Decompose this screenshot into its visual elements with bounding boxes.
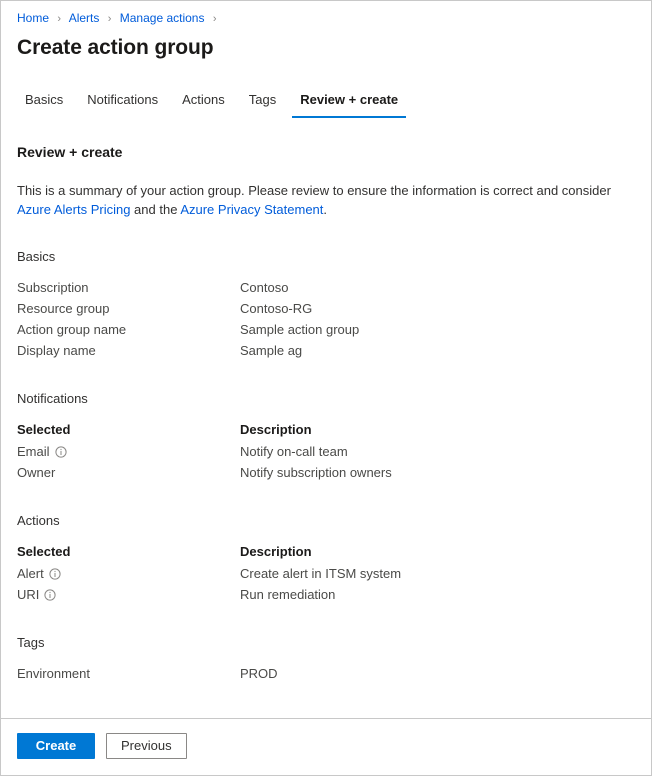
review-group: ActionsSelectedDescriptionAlertCreate al…: [17, 512, 635, 605]
row-value: Sample action group: [240, 319, 635, 340]
breadcrumb-item-manage-actions[interactable]: Manage actions: [120, 11, 205, 25]
info-icon[interactable]: [49, 568, 61, 580]
row-label: Environment: [17, 663, 240, 684]
table-row: Action group name Sample action group: [17, 319, 635, 340]
tab-basics[interactable]: Basics: [17, 91, 75, 118]
row-value: Contoso: [240, 277, 635, 298]
row-label-text: Display name: [17, 340, 96, 361]
section-heading-review-create: Review + create: [17, 142, 635, 162]
tab-review-create[interactable]: Review + create: [288, 91, 410, 118]
blade-body: Home › Alerts › Manage actions › Create …: [1, 1, 651, 718]
row-label: Action group name: [17, 319, 240, 340]
table-header-row: SelectedDescription: [17, 541, 635, 562]
table-row: URI Run remediation: [17, 584, 635, 605]
row-label-text: Email: [17, 441, 50, 462]
row-value: Notify on-call team: [240, 441, 635, 462]
table-row: Alert Create alert in ITSM system: [17, 563, 635, 584]
azure-alerts-pricing-link[interactable]: Azure Alerts Pricing: [17, 202, 130, 217]
column-header-selected: Selected: [17, 419, 240, 440]
row-value: Sample ag: [240, 340, 635, 361]
page-title: Create action group: [1, 27, 651, 62]
info-icon[interactable]: [44, 589, 56, 601]
review-content: Review + create This is a summary of you…: [1, 118, 651, 684]
summary-text-part2: and the: [130, 202, 180, 217]
column-header-selected: Selected: [17, 541, 240, 562]
row-label: Resource group: [17, 298, 240, 319]
breadcrumb: Home › Alerts › Manage actions ›: [1, 1, 651, 27]
table-row: Environment PROD: [17, 663, 635, 684]
row-label: Owner: [17, 462, 240, 483]
row-value: Contoso-RG: [240, 298, 635, 319]
wizard-tabs: Basics Notifications Actions Tags Review…: [1, 62, 651, 118]
summary-description: This is a summary of your action group. …: [17, 181, 617, 219]
create-action-group-blade: Home › Alerts › Manage actions › Create …: [0, 0, 652, 776]
row-label: Alert: [17, 563, 240, 584]
row-label-text: Alert: [17, 563, 44, 584]
breadcrumb-item-home[interactable]: Home: [17, 11, 49, 25]
breadcrumb-separator-icon: ›: [213, 13, 217, 25]
summary-text-part1: This is a summary of your action group. …: [17, 183, 611, 198]
row-value: PROD: [240, 663, 635, 684]
row-value: Notify subscription owners: [240, 462, 635, 483]
table-header-row: SelectedDescription: [17, 419, 635, 440]
create-button[interactable]: Create: [17, 733, 95, 759]
group-heading: Tags: [17, 634, 635, 652]
row-label-text: Action group name: [17, 319, 126, 340]
review-groups: Basics Subscription Contoso Resource group C…: [17, 248, 635, 684]
table-row: Email Notify on-call team: [17, 441, 635, 462]
breadcrumb-item-alerts[interactable]: Alerts: [69, 11, 100, 25]
group-heading: Notifications: [17, 390, 635, 408]
row-label-text: Owner: [17, 462, 55, 483]
row-label-text: Environment: [17, 663, 90, 684]
table-row: Resource group Contoso-RG: [17, 298, 635, 319]
review-group: Tags Environment PROD: [17, 634, 635, 684]
tab-actions[interactable]: Actions: [170, 91, 237, 118]
breadcrumb-separator-icon: ›: [108, 13, 112, 25]
table-row: Display name Sample ag: [17, 340, 635, 361]
row-label: Email: [17, 441, 240, 462]
review-group: Basics Subscription Contoso Resource group C…: [17, 248, 635, 361]
column-header-description: Description: [240, 541, 635, 562]
group-heading: Basics: [17, 248, 635, 266]
azure-privacy-statement-link[interactable]: Azure Privacy Statement: [180, 202, 323, 217]
tab-notifications[interactable]: Notifications: [75, 91, 170, 118]
row-label: Subscription: [17, 277, 240, 298]
row-value: Run remediation: [240, 584, 635, 605]
blade-footer: Create Previous: [1, 718, 651, 775]
group-heading: Actions: [17, 512, 635, 530]
row-value: Create alert in ITSM system: [240, 563, 635, 584]
row-label: URI: [17, 584, 240, 605]
row-label-text: Subscription: [17, 277, 89, 298]
tab-tags[interactable]: Tags: [237, 91, 288, 118]
previous-button[interactable]: Previous: [106, 733, 187, 759]
review-group: NotificationsSelectedDescriptionEmailNot…: [17, 390, 635, 483]
row-label-text: URI: [17, 584, 39, 605]
table-row: Owner Notify subscription owners: [17, 462, 635, 483]
summary-text-part3: .: [323, 202, 327, 217]
row-label: Display name: [17, 340, 240, 361]
row-label-text: Resource group: [17, 298, 110, 319]
table-row: Subscription Contoso: [17, 277, 635, 298]
column-header-description: Description: [240, 419, 635, 440]
breadcrumb-separator-icon: ›: [57, 13, 61, 25]
info-icon[interactable]: [55, 446, 67, 458]
